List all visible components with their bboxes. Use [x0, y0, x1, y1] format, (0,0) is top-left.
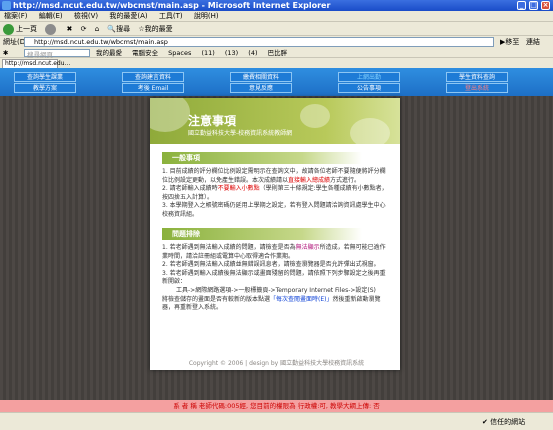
window-title: http://msd.ncut.edu.tw/wbcmst/main.asp -… [13, 1, 331, 10]
notice-subtitle: 國立勤益科技大學-校務資訊系統教師網 [188, 130, 293, 137]
links-button[interactable]: 連結 [526, 36, 540, 48]
menu-bar: 檔案(F) 編輯(E) 檢視(V) 我的最愛(A) 工具(T) 說明(H) [0, 11, 553, 22]
copyright-text: Copyright © 2006 | design by 國立勤益科技大學校務資… [188, 360, 365, 367]
standard-toolbar: 上一頁 ✖ ⟳ ⌂ 🔍搜尋 ☆我的最愛 [0, 22, 553, 36]
nav-bar: 查詢學生課業 查詢建言資料 繳費相關資料 上網出勤 學生資料查詢 教學方案 考後… [0, 68, 553, 96]
notice-header: 注意事項 國立勤益科技大學-校務資訊系統教師網 [150, 98, 400, 144]
security-zone: ✔ 信任的網站 [482, 418, 526, 426]
back-arrow-icon [3, 23, 14, 35]
page-content: 查詢學生課業 查詢建言資料 繳費相關資料 上網出勤 學生資料查詢 教學方案 考後… [0, 68, 553, 411]
search-input[interactable]: 搜尋網頁 [24, 49, 90, 59]
toolbar-item[interactable]: (4) [248, 49, 257, 57]
minimize-button[interactable]: _ [517, 1, 526, 10]
nav-item[interactable]: 查詢建言資料 [122, 72, 184, 82]
troubleshoot-notes: 1. 若老師遇到無法輸入成績的問題，請檢查是否為無法顯示所造成，若無可能已逾作業… [162, 244, 386, 312]
toolbar-item[interactable]: 我的最愛 [96, 49, 122, 57]
forward-button[interactable] [45, 22, 58, 36]
notice-panel: 注意事項 國立勤益科技大學-校務資訊系統教師網 一般事項 1. 目前成績的評分欄… [150, 98, 400, 370]
menu-file[interactable]: 檔案(F) [4, 12, 28, 20]
go-button[interactable]: ▶移至 [500, 36, 519, 48]
nav-item[interactable]: 教學方案 [14, 83, 76, 93]
search-toolbar: ✱ 搜尋網頁 我的最愛 電腦安全 Spaces (11) (13) (4) 巴比… [0, 48, 553, 59]
nav-item[interactable]: 繳費相關資料 [230, 72, 292, 82]
user-info-bar: 系 者 稱 老師代碼:005經, 您目前的權限為 行政權:可, 教學大綱上傳: … [0, 400, 553, 412]
toolbar-item[interactable]: Spaces [168, 49, 191, 57]
general-notes: 1. 目前成績的評分欄位比例設定需明示在查詢文中，故請各位老師不要隨便將評分欄位… [162, 168, 388, 218]
toolbar-item[interactable]: 電腦安全 [132, 49, 158, 57]
nav-item[interactable]: 公告事項 [338, 83, 400, 93]
browser-tab[interactable]: http://msd.ncut.edu... [2, 59, 70, 68]
section-header-troubleshoot: 問題排除 [162, 228, 362, 240]
search-button[interactable]: 🔍搜尋 [107, 22, 130, 36]
toolbar-item[interactable]: (13) [225, 49, 238, 57]
menu-favorites[interactable]: 我的最愛(A) [109, 12, 147, 20]
section-header-general: 一般事項 [162, 152, 362, 164]
address-input[interactable]: http://msd.ncut.edu.tw/wbcmst/main.asp [24, 37, 494, 47]
toolbar-item[interactable]: (11) [201, 49, 214, 57]
menu-help[interactable]: 說明(H) [194, 12, 219, 20]
forward-arrow-icon [45, 23, 57, 35]
tab-strip: http://msd.ncut.edu... [0, 58, 553, 68]
refresh-icon[interactable]: ⟳ [81, 22, 87, 36]
back-button[interactable]: 上一頁 [3, 22, 37, 36]
ie-window: http://msd.ncut.edu.tw/wbcmst/main.asp -… [0, 0, 553, 430]
title-bar: http://msd.ncut.edu.tw/wbcmst/main.asp -… [0, 0, 553, 11]
nav-item[interactable]: 意見反應 [230, 83, 292, 93]
address-bar: 網址(D) http://msd.ncut.edu.tw/wbcmst/main… [0, 36, 553, 48]
menu-edit[interactable]: 編輯(E) [39, 12, 63, 20]
nav-item[interactable]: 查詢學生課業 [14, 72, 76, 82]
search-toolbar-logo: ✱ [3, 49, 9, 57]
stop-icon[interactable]: ✖ [66, 22, 72, 36]
status-bar: ✔ 信任的網站 [0, 412, 553, 430]
nav-item[interactable]: 上網出勤 [338, 72, 400, 82]
logout-item[interactable]: 登出系統 [446, 83, 508, 93]
notice-title: 注意事項 [188, 114, 237, 128]
close-button[interactable]: × [541, 1, 550, 10]
ie-icon [2, 1, 11, 10]
home-icon[interactable]: ⌂ [95, 22, 99, 36]
maximize-button[interactable]: □ [529, 1, 538, 10]
favorites-button[interactable]: ☆我的最愛 [138, 22, 172, 36]
nav-item[interactable]: 學生資料查詢 [446, 72, 508, 82]
menu-view[interactable]: 檢視(V) [74, 12, 98, 20]
toolbar-item[interactable]: 巴比胖 [268, 49, 288, 57]
nav-item[interactable]: 考後 Email [122, 83, 184, 93]
menu-tools[interactable]: 工具(T) [159, 12, 183, 20]
